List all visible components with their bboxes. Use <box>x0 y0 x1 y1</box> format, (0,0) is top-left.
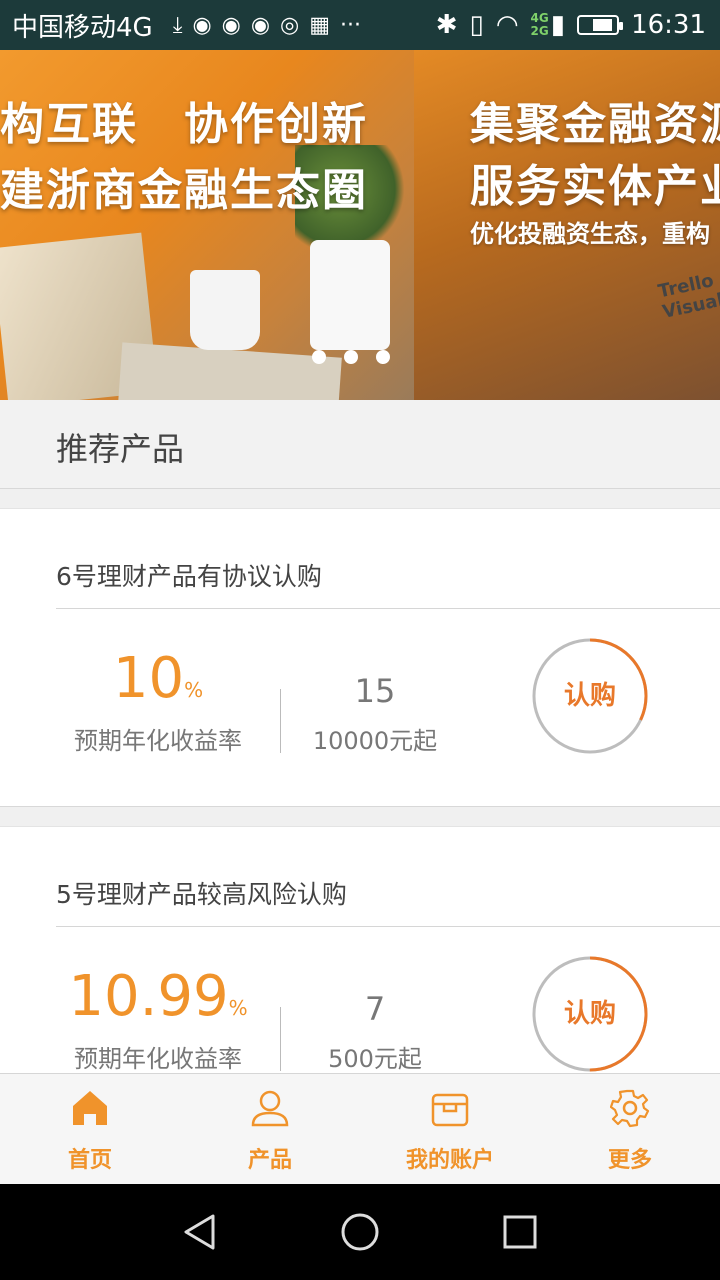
app-notification-icon: ◉ <box>250 12 271 38</box>
carrier-label: 中国移动4G <box>12 12 153 43</box>
banner-headline: 构互联 协作创新 <box>0 99 368 150</box>
home-button-icon[interactable] <box>340 1212 380 1252</box>
divider <box>56 926 720 927</box>
banner-slide[interactable]: 构互联 协作创新 建浙商金融生态圈 <box>0 50 414 400</box>
nav-item-more[interactable]: 更多 <box>540 1074 720 1185</box>
carousel-dot[interactable] <box>344 350 358 364</box>
expected-rate: 10.99% <box>68 964 248 1029</box>
system-navigation-bar <box>0 1184 720 1280</box>
divider <box>280 1007 281 1071</box>
bottom-navigation: 首页 产品 我的账户 更多 <box>0 1073 720 1185</box>
minimum-amount: 500元起 <box>328 1045 422 1073</box>
carousel-dot-active[interactable] <box>376 350 390 364</box>
user-icon <box>251 1090 289 1127</box>
product-card[interactable]: 5号理财产品较高风险认购 10.99% 预期年化收益率 7 500元起 认购 <box>0 826 720 1075</box>
network-type-badge: 4G 2G <box>530 11 549 38</box>
status-bar: 中国移动4G ⤓ ◉ ◉ ◉ ◎ ▦ ··· ✱ ▯ ◠ 4G 2G ▮ 16:… <box>0 0 720 50</box>
app-notification-icon: ◉ <box>221 12 241 38</box>
product-title[interactable]: 6号理财产品有协议认购 <box>56 557 322 593</box>
clock: 16:31 <box>631 10 706 40</box>
nav-item-products[interactable]: 产品 <box>180 1074 360 1185</box>
product-title[interactable]: 5号理财产品较高风险认购 <box>56 875 347 911</box>
divider <box>280 689 281 753</box>
carousel-indicator <box>312 350 408 364</box>
banner-headline: 建浙商金融生态圈 <box>0 165 368 216</box>
nav-label: 产品 <box>247 1148 292 1173</box>
signal-icon: ▮ <box>550 10 566 40</box>
battery-icon <box>577 15 624 35</box>
minimum-amount: 10000元起 <box>312 727 438 755</box>
product-card[interactable]: 6号理财产品有协议认购 10% 预期年化收益率 15 10000元起 认购 <box>0 508 720 807</box>
banner-carousel[interactable]: 构互联 协作创新 建浙商金融生态圈 集聚金融资源 服务实体产业 优化投融资生态，… <box>0 50 720 400</box>
gear-icon <box>610 1089 650 1128</box>
subscribe-button[interactable]: 认购 <box>532 956 648 1072</box>
rate-label: 预期年化收益率 <box>74 1045 242 1073</box>
bluetooth-icon: ✱ <box>435 10 458 40</box>
box-icon <box>431 1093 469 1127</box>
banner-headline: 集聚金融资源 <box>470 99 720 150</box>
home-icon <box>73 1091 107 1125</box>
app-notification-icon: ◉ <box>192 12 212 38</box>
section-header: 推荐产品 <box>0 400 720 489</box>
section-title: 推荐产品 <box>56 430 185 468</box>
grid-icon: ▦ <box>309 12 331 38</box>
carousel-dot[interactable] <box>312 350 326 364</box>
nav-item-home[interactable]: 首页 <box>0 1074 180 1185</box>
banner-slide[interactable]: 集聚金融资源 服务实体产业 优化投融资生态，重构 <box>414 50 720 400</box>
back-icon[interactable] <box>180 1212 220 1252</box>
divider <box>56 608 720 609</box>
rate-label: 预期年化收益率 <box>74 727 242 755</box>
subscribe-label: 认购 <box>563 681 616 711</box>
product-term: 15 <box>354 672 396 710</box>
nav-label: 首页 <box>67 1148 112 1173</box>
download-icon: ⤓ <box>172 12 183 38</box>
product-term: 7 <box>364 990 386 1028</box>
banner-headline: 服务实体产业 <box>470 161 720 212</box>
more-icon: ··· <box>340 12 362 38</box>
subscribe-button[interactable]: 认购 <box>532 638 648 754</box>
wifi-icon: ◠ <box>495 10 519 40</box>
nav-item-account[interactable]: 我的账户 <box>360 1074 540 1185</box>
nav-label: 更多 <box>607 1148 652 1173</box>
nav-label: 我的账户 <box>405 1148 494 1173</box>
vibrate-icon: ▯ <box>469 10 484 40</box>
expected-rate: 10% <box>112 646 204 711</box>
app-notification-icon: ◎ <box>280 12 300 38</box>
banner-subline: 优化投融资生态，重构 <box>470 220 710 248</box>
subscribe-label: 认购 <box>563 999 616 1029</box>
recent-apps-icon[interactable] <box>500 1212 540 1252</box>
